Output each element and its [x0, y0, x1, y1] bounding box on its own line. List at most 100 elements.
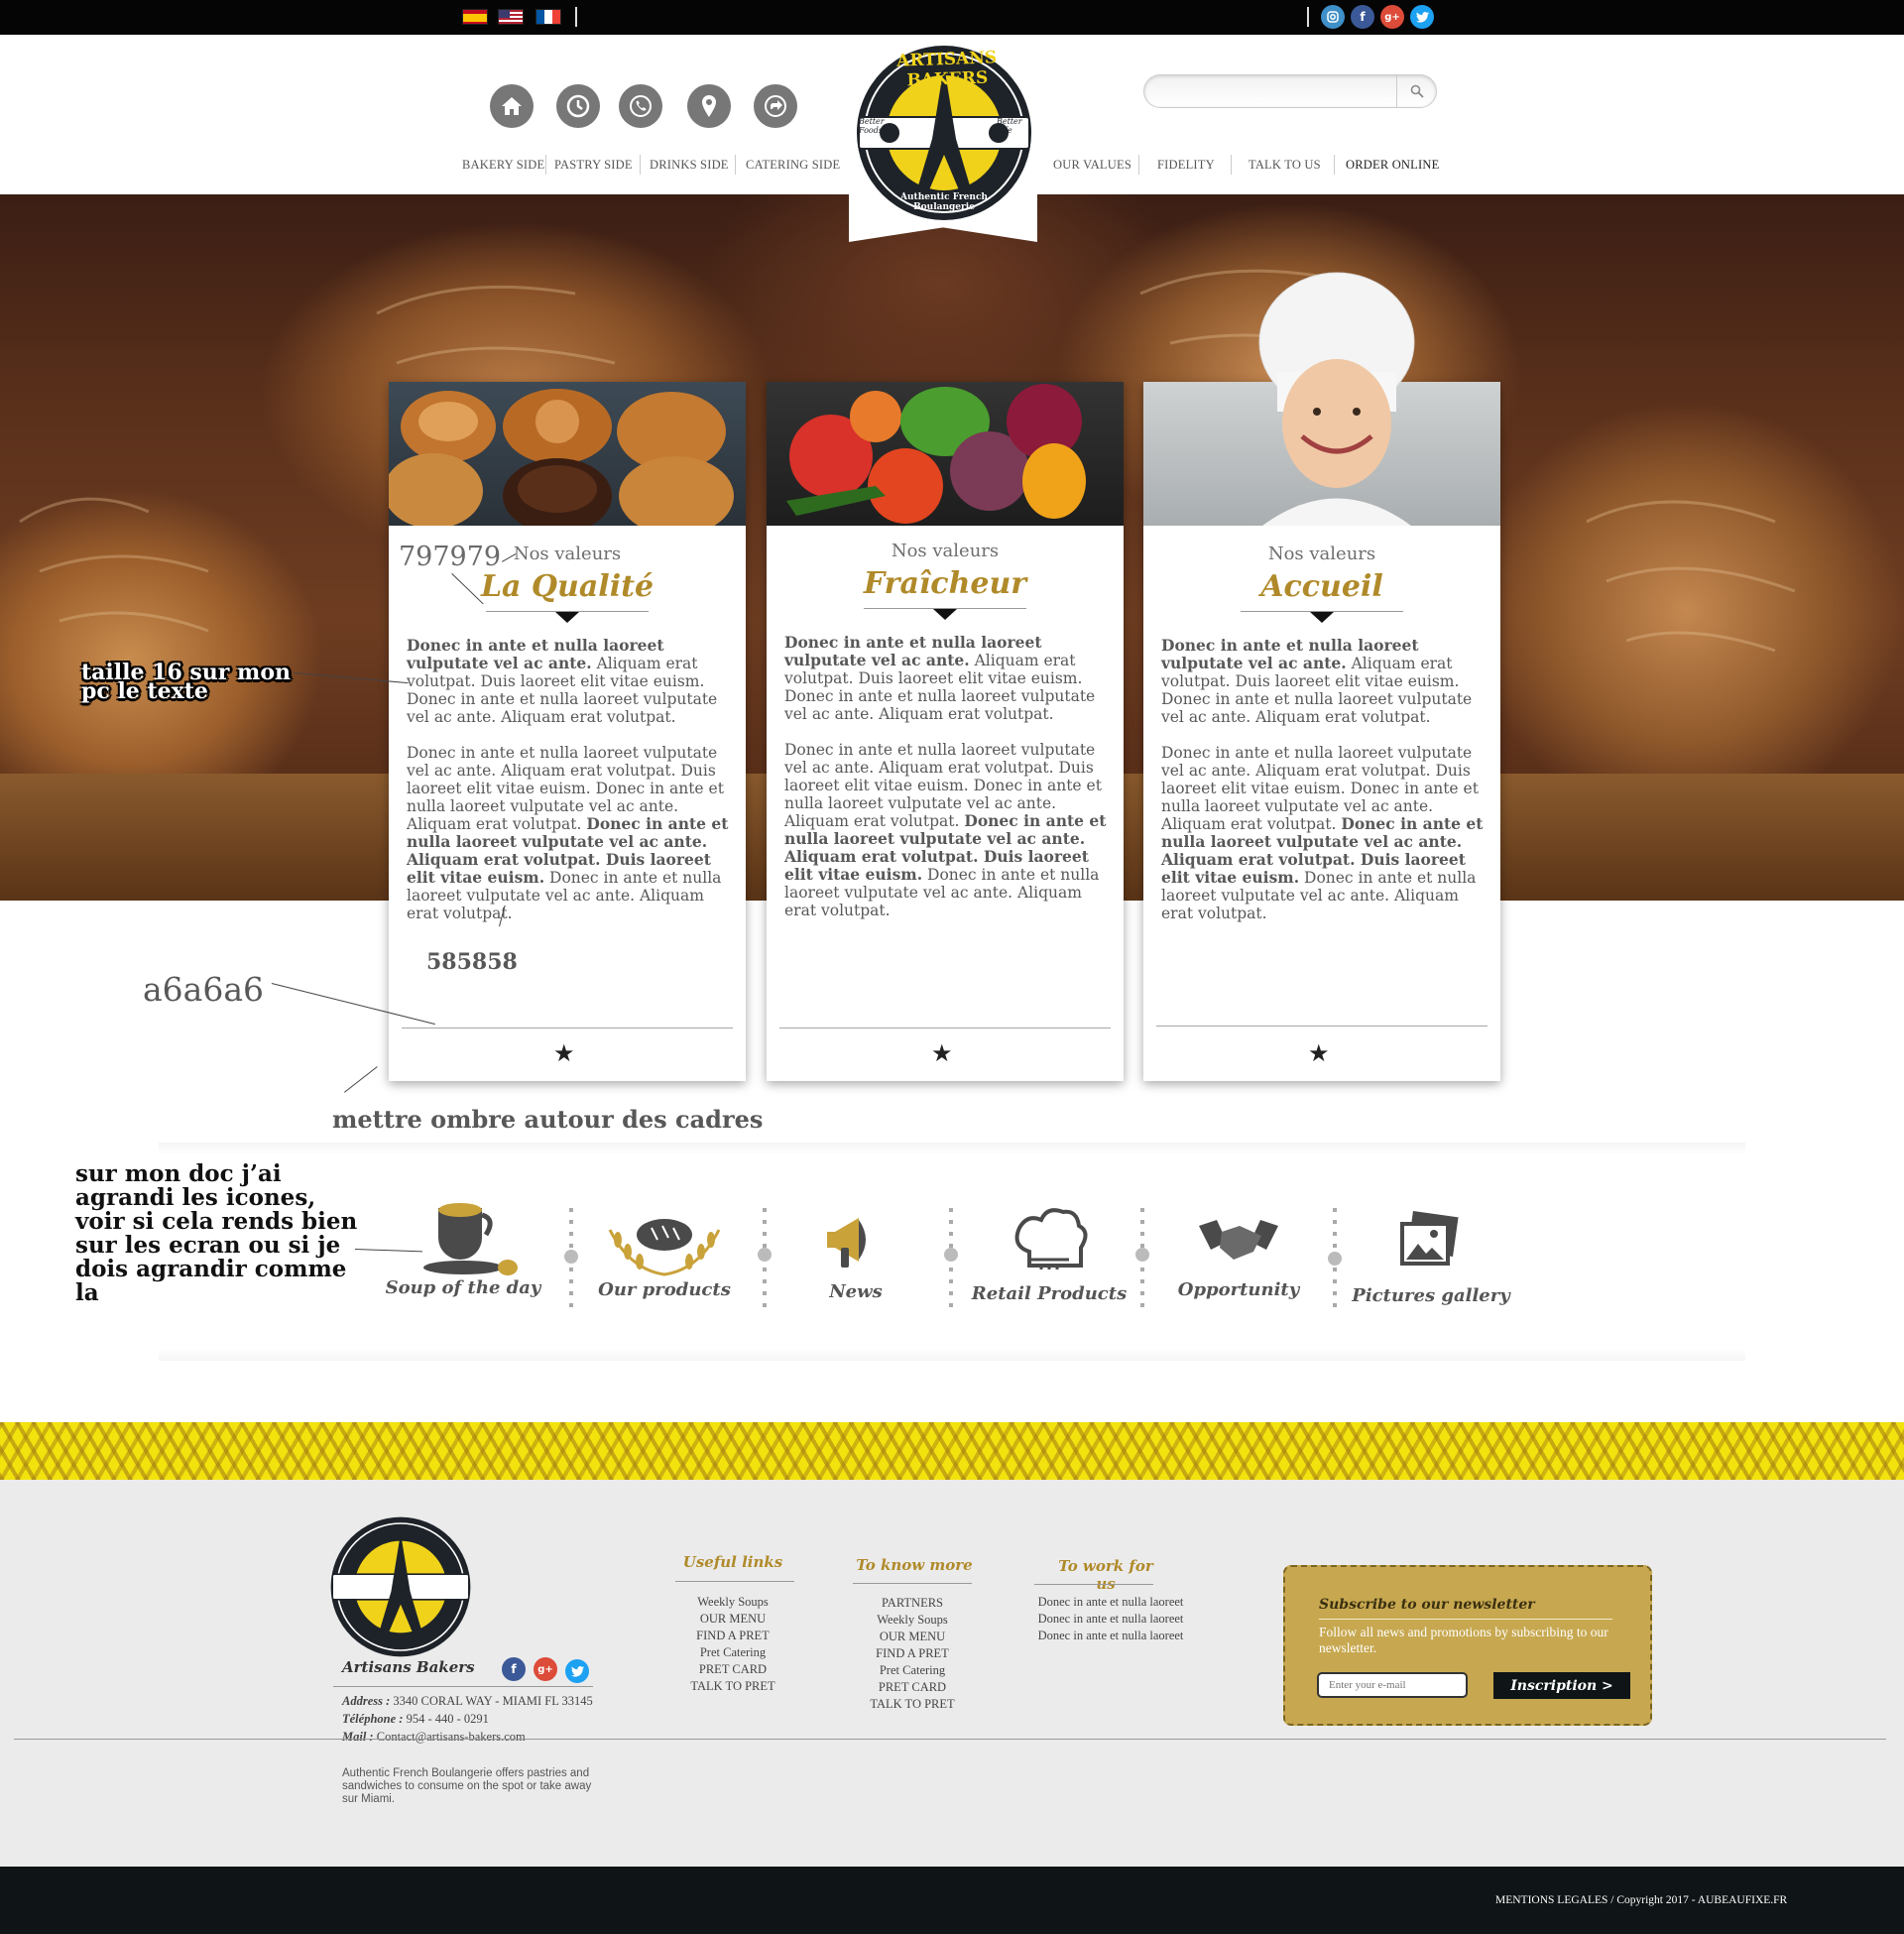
logo-left-text: Better Foods	[859, 117, 885, 135]
spain-flag-icon[interactable]	[462, 9, 488, 25]
footer-link[interactable]: TALK TO PRET	[853, 1696, 972, 1713]
facebook-icon[interactable]: f	[502, 1657, 526, 1681]
footer-link[interactable]: FIND A PRET	[673, 1628, 792, 1644]
separator-dot	[1135, 1248, 1149, 1262]
value-card-freshness: Nos valeurs Fraîcheur Donec in ante et n…	[767, 382, 1124, 1081]
footer-know-more-title: To know more	[856, 1556, 973, 1574]
feature-retail-products[interactable]: Retail Products	[970, 1190, 1129, 1304]
home-icon[interactable]	[490, 84, 534, 128]
google-plus-icon[interactable]: g+	[534, 1657, 557, 1681]
gallery-icon	[1400, 1210, 1459, 1266]
nav-our-values[interactable]: OUR VALUES	[1053, 158, 1131, 173]
nav-fidelity[interactable]: FIDELITY	[1157, 158, 1215, 173]
annotation-font-size: taille 16 sur mon pc le texte	[81, 660, 291, 704]
feature-label: Pictures gallery	[1352, 1285, 1510, 1306]
feature-news[interactable]: News	[776, 1190, 935, 1302]
newsletter-email-input[interactable]	[1317, 1672, 1468, 1698]
divider	[1334, 155, 1335, 175]
phone-value: 954 - 440 - 0291	[406, 1712, 489, 1726]
feature-soup-of-the-day[interactable]: Soup of the day	[384, 1190, 542, 1298]
footer-link[interactable]: OUR MENU	[853, 1629, 972, 1645]
footer-link[interactable]: PARTNERS	[853, 1595, 972, 1612]
handshake-icon	[1199, 1220, 1278, 1260]
feature-opportunity[interactable]: Opportunity	[1159, 1190, 1318, 1300]
footer-brand: Artisans Bakers	[342, 1658, 475, 1676]
footer-link[interactable]: Donec in ante et nulla laoreet	[1031, 1611, 1190, 1628]
nav-order-online[interactable]: ORDER ONLINE	[1346, 158, 1439, 173]
logo-right-text: Better Life	[997, 117, 1022, 135]
directions-icon[interactable]	[754, 84, 797, 128]
feature-our-products[interactable]: Our products	[585, 1190, 744, 1300]
nav-talk-to-us[interactable]: TALK TO US	[1249, 158, 1321, 173]
location-pin-icon[interactable]	[687, 84, 731, 128]
feature-label: Retail Products	[971, 1283, 1128, 1304]
card-title: La Qualité	[480, 569, 654, 604]
divider	[779, 1027, 1111, 1028]
divider	[14, 1739, 1886, 1740]
usa-flag-icon[interactable]	[498, 9, 524, 25]
annotation-text-color: 585858	[426, 949, 518, 975]
footer-logo[interactable]	[329, 1515, 472, 1658]
pointer-triangle-icon	[555, 612, 579, 623]
divider	[402, 1027, 733, 1028]
twitter-icon[interactable]	[1410, 5, 1434, 29]
feature-label: Our products	[598, 1279, 731, 1300]
footer-link[interactable]: FIND A PRET	[853, 1645, 972, 1662]
divider	[853, 1583, 972, 1584]
divider	[640, 155, 641, 175]
footer-link[interactable]: PRET CARD	[853, 1679, 972, 1696]
footer-link[interactable]: PRET CARD	[673, 1661, 792, 1678]
bottom-bar: MENTIONS LEGALES / Copyright 2017 - AUBE…	[0, 1867, 1904, 1934]
footer-link[interactable]: OUR MENU	[673, 1611, 792, 1628]
footer-link[interactable]: Pret Catering	[853, 1662, 972, 1679]
soup-cup-icon	[423, 1203, 518, 1275]
nav-catering-side[interactable]: CATERING SIDE	[746, 158, 840, 173]
divider	[575, 7, 577, 27]
footer-link[interactable]: Weekly Soups	[853, 1612, 972, 1629]
feature-label: News	[829, 1281, 883, 1302]
newsletter-text: Follow all news and promotions by subscr…	[1319, 1625, 1608, 1655]
phone-icon[interactable]	[619, 84, 662, 128]
star-icon[interactable]: ★	[931, 1039, 953, 1067]
divider	[1138, 155, 1139, 175]
instagram-icon[interactable]	[1321, 5, 1345, 29]
search-input[interactable]	[1143, 74, 1437, 108]
nav-bakery-side[interactable]: BAKERY SIDE	[462, 158, 544, 173]
divider	[1156, 1026, 1488, 1027]
logo-top-text: ARTISANS BAKERS	[895, 48, 998, 91]
star-icon[interactable]: ★	[553, 1039, 575, 1067]
value-card-quality: Nos valeurs La Qualité Donec in ante et …	[389, 382, 746, 1081]
card-subtitle: Nos valeurs	[1267, 544, 1376, 564]
france-flag-icon[interactable]	[536, 9, 561, 25]
annotation-rule-color: a6a6a6	[143, 970, 265, 1009]
annotation-title-color: 797979	[397, 542, 504, 572]
divider	[333, 1686, 593, 1687]
footer-link[interactable]: TALK TO PRET	[673, 1678, 792, 1695]
clock-icon[interactable]	[556, 84, 600, 128]
footer-link[interactable]: Pret Catering	[673, 1644, 792, 1661]
megaphone-icon	[827, 1218, 866, 1268]
google-plus-icon[interactable]: g+	[1380, 5, 1404, 29]
feature-pictures-gallery[interactable]: Pictures gallery	[1352, 1190, 1510, 1306]
nav-pastry-side[interactable]: PASTRY SIDE	[554, 158, 633, 173]
twitter-icon[interactable]	[565, 1659, 589, 1683]
search-icon[interactable]	[1396, 75, 1436, 107]
card-title: Accueil	[1260, 569, 1383, 604]
nav-drinks-side[interactable]: DRINKS SIDE	[650, 158, 729, 173]
footer-link[interactable]: Donec in ante et nulla laoreet	[1031, 1628, 1190, 1644]
divider	[675, 1581, 794, 1582]
card-body: Donec in ante et nulla laoreet vulputate…	[407, 637, 730, 940]
annotation-line	[344, 1066, 378, 1093]
footer-link[interactable]: Weekly Soups	[673, 1594, 792, 1611]
address-value: 3340 CORAL WAY - MIAMI FL 33145	[393, 1694, 593, 1708]
footer-link[interactable]: Donec in ante et nulla laoreet	[1031, 1594, 1190, 1611]
footer-work-links: Donec in ante et nulla laoreet Donec in …	[1031, 1594, 1190, 1644]
footer-work-title: To work for us	[1058, 1557, 1153, 1593]
copyright[interactable]: MENTIONS LEGALES / Copyright 2017 - AUBE…	[1495, 1894, 1787, 1906]
card-body: Donec in ante et nulla laoreet vulputate…	[1161, 637, 1485, 940]
star-icon[interactable]: ★	[1308, 1039, 1330, 1067]
facebook-icon[interactable]: f	[1351, 5, 1374, 29]
mail-link[interactable]: Contact@artisans-bakers.com	[377, 1730, 526, 1744]
newsletter-subscribe-button[interactable]: Inscription >	[1493, 1672, 1630, 1699]
card-subtitle: Nos valeurs	[891, 541, 1000, 561]
